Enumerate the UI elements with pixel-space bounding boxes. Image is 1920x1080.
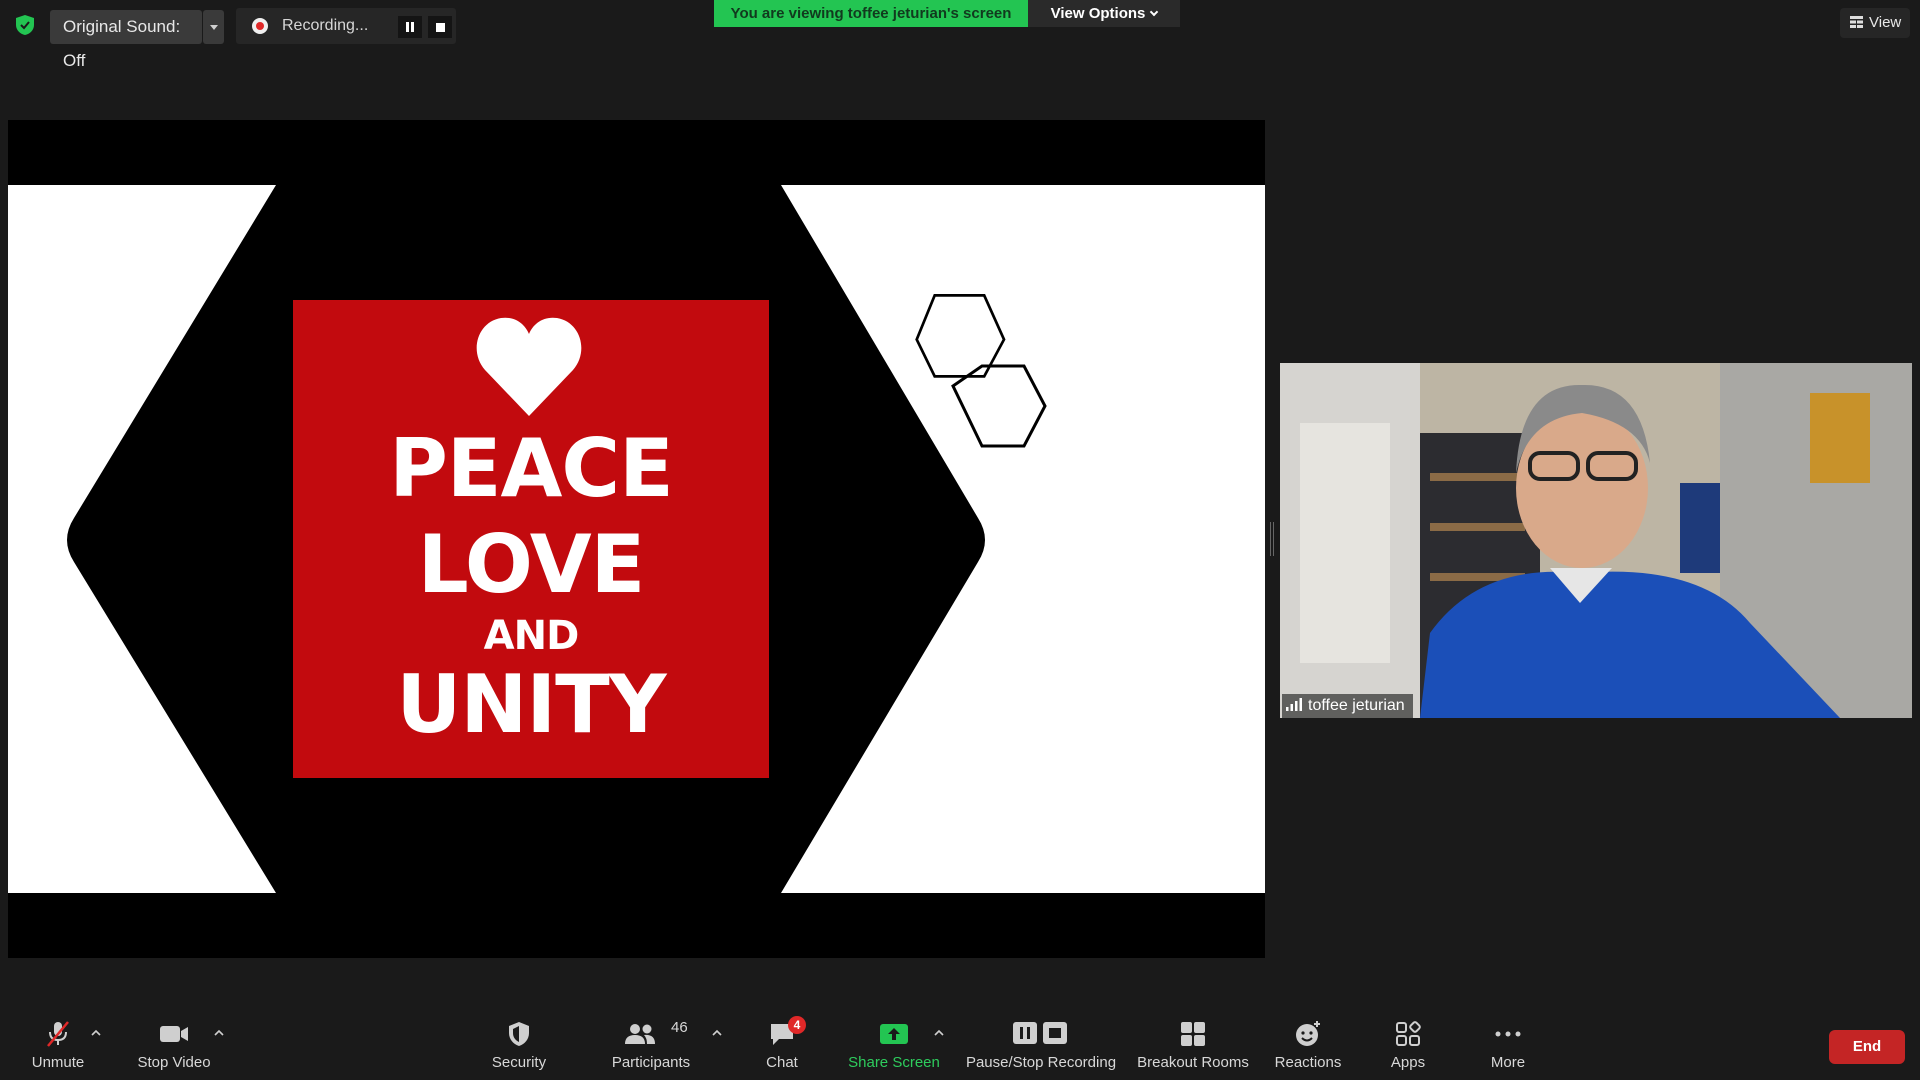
microphone-muted-icon	[47, 1021, 69, 1047]
participants-options-caret-icon[interactable]	[712, 1028, 722, 1038]
participants-icon	[625, 1024, 655, 1044]
recording-indicator: Recording...	[236, 8, 456, 44]
security-label: Security	[491, 1054, 547, 1071]
original-sound-button[interactable]: Original Sound: Off	[50, 10, 202, 70]
chat-label: Chat	[766, 1054, 798, 1071]
breakout-rooms-button[interactable]: Breakout Rooms	[1134, 1020, 1252, 1080]
reactions-label: Reactions	[1274, 1054, 1342, 1071]
participants-count: 46	[671, 1019, 688, 1036]
viewing-screen-banner: You are viewing toffee jeturian's screen	[714, 0, 1028, 27]
apps-icon	[1396, 1021, 1421, 1046]
pause-stop-recording-icon	[1013, 1022, 1067, 1044]
share-screen-button[interactable]: Share Screen	[846, 1020, 942, 1080]
breakout-rooms-label: Breakout Rooms	[1137, 1054, 1249, 1071]
breakout-rooms-icon	[1181, 1022, 1205, 1046]
more-label: More	[1490, 1054, 1526, 1071]
security-shield-icon	[509, 1022, 529, 1046]
stop-video-button[interactable]: Stop Video	[130, 1020, 218, 1080]
grid-view-icon	[1850, 16, 1863, 28]
video-camera-icon	[160, 1026, 188, 1042]
recording-dot-icon	[252, 18, 268, 34]
original-sound-dropdown-chevron-icon[interactable]	[203, 10, 224, 44]
reactions-button[interactable]: Reactions	[1268, 1020, 1348, 1080]
chat-button[interactable]: 4 Chat	[752, 1016, 812, 1080]
shared-screen: PEACE LOVE AND UNITY	[8, 120, 1265, 958]
end-meeting-button[interactable]: End	[1829, 1030, 1905, 1064]
pause-stop-recording-label: Pause/Stop Recording	[965, 1054, 1117, 1071]
view-layout-button[interactable]: View	[1840, 8, 1910, 38]
stop-recording-button[interactable]	[428, 16, 452, 38]
signal-strength-icon	[1286, 698, 1302, 711]
pause-recording-button[interactable]	[398, 16, 422, 38]
poster-line-love: LOVE	[417, 518, 646, 611]
poster-line-and: AND	[483, 613, 580, 659]
more-button[interactable]: More	[1480, 1020, 1536, 1080]
unmute-label: Unmute	[31, 1054, 85, 1071]
security-button[interactable]: Security	[482, 1020, 556, 1080]
encryption-shield-icon[interactable]	[14, 14, 36, 36]
panel-resize-handle[interactable]	[1270, 522, 1274, 556]
apps-button[interactable]: Apps	[1380, 1020, 1436, 1080]
view-options-button[interactable]: View Options	[1028, 0, 1180, 27]
unmute-button[interactable]: Unmute	[22, 1020, 94, 1080]
peace-love-unity-poster: PEACE LOVE AND UNITY	[293, 300, 769, 778]
video-options-caret-icon[interactable]	[214, 1028, 224, 1038]
view-options-label: View Options	[1050, 5, 1146, 22]
poster-line-peace: PEACE	[389, 422, 674, 515]
audio-options-caret-icon[interactable]	[91, 1028, 101, 1038]
chat-unread-badge: 4	[788, 1016, 806, 1034]
participant-video-feed	[1280, 363, 1912, 718]
view-label: View	[1869, 14, 1902, 31]
recording-status-label: Recording...	[282, 17, 369, 34]
pause-stop-recording-button[interactable]: Pause/Stop Recording	[962, 1020, 1120, 1080]
share-screen-icon	[880, 1024, 908, 1044]
poster-line-unity: UNITY	[396, 658, 666, 751]
participants-button[interactable]: 46 Participants	[605, 1019, 697, 1080]
apps-label: Apps	[1390, 1054, 1426, 1071]
more-dots-icon	[1495, 1031, 1521, 1037]
reactions-emoji-icon	[1296, 1021, 1320, 1046]
meeting-toolbar: Unmute Stop Video Security 46 Participan…	[0, 1010, 1920, 1080]
participant-name: toffee jeturian	[1308, 697, 1405, 714]
share-screen-label: Share Screen	[848, 1054, 940, 1071]
stop-video-label: Stop Video	[137, 1054, 211, 1071]
participants-label: Participants	[611, 1054, 691, 1071]
participant-video-tile[interactable]: toffee jeturian	[1280, 363, 1912, 718]
share-options-caret-icon[interactable]	[934, 1028, 944, 1038]
heart-icon	[476, 317, 582, 416]
participant-name-label: toffee jeturian	[1282, 694, 1413, 718]
chevron-down-icon	[1150, 7, 1159, 17]
